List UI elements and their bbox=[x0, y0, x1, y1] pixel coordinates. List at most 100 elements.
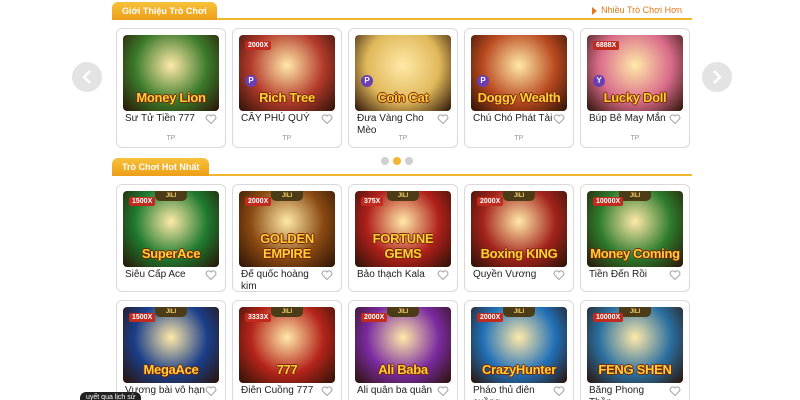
hot-section-header: Trò Chơi Hot Nhất bbox=[112, 158, 692, 176]
hot-game-card[interactable]: JILI 2000X Boxing KING Quyền Vương bbox=[464, 184, 574, 292]
hot-game-thumbnail[interactable]: JILI 3333X 777 bbox=[239, 307, 335, 383]
featured-game-thumbnail[interactable]: P Doggy Wealth bbox=[471, 35, 567, 111]
game-logo: Lucky Doll bbox=[603, 90, 667, 105]
game-logo: SuperAce bbox=[141, 246, 201, 261]
multiplier-badge: 1500X bbox=[129, 313, 156, 322]
featured-game-thumbnail[interactable]: P Coin Cat bbox=[355, 35, 451, 111]
hot-game-title: Siêu Cấp Ace bbox=[125, 269, 186, 280]
provider-badge: JILI bbox=[503, 191, 535, 201]
heart-outline-icon[interactable] bbox=[437, 269, 449, 281]
provider-tag: TP bbox=[514, 135, 524, 142]
heart-outline-icon[interactable] bbox=[553, 113, 565, 125]
provider-tag: TP bbox=[630, 135, 640, 142]
premium-icon: P bbox=[361, 75, 373, 87]
hot-game-card[interactable]: JILI 3333X 777 Điên Cuồng 777 bbox=[232, 300, 342, 400]
heart-outline-icon[interactable] bbox=[669, 269, 681, 281]
multiplier-badge: 6888X bbox=[593, 41, 620, 50]
heart-outline-icon[interactable] bbox=[205, 269, 217, 281]
game-logo: GOLDEN EMPIRE bbox=[260, 231, 314, 261]
carousel-next-button[interactable] bbox=[702, 62, 732, 92]
provider-tag: TP bbox=[398, 135, 408, 142]
game-logo: Rich Tree bbox=[259, 90, 315, 105]
heart-outline-icon[interactable] bbox=[205, 385, 217, 397]
history-chip[interactable]: uyết qua lịch sử bbox=[80, 392, 142, 400]
play-arrow-icon bbox=[592, 6, 598, 15]
hot-game-thumbnail[interactable]: JILI 10000X FENG SHEN bbox=[587, 307, 683, 383]
game-logo: Money Lion bbox=[136, 90, 206, 105]
hot-game-title: Pháo thủ điên cuồng bbox=[473, 385, 535, 400]
game-logo: Boxing KING bbox=[480, 246, 558, 261]
featured-game-title: Đưa Vàng Cho Mèo bbox=[357, 113, 424, 136]
provider-tag: TP bbox=[282, 135, 292, 142]
hot-game-thumbnail[interactable]: JILI 2000X Boxing KING bbox=[471, 191, 567, 267]
game-lobby-page: Giới Thiệu Trò Chơi Nhiều Trò Chơi Hơn M… bbox=[0, 0, 800, 400]
more-games-link[interactable]: Nhiều Trò Chơi Hơn bbox=[592, 5, 682, 15]
hot-game-card[interactable]: JILI 10000X Money Coming Tiền Đến Rồi bbox=[580, 184, 690, 292]
hot-game-thumbnail[interactable]: JILI 2000X GOLDEN EMPIRE bbox=[239, 191, 335, 267]
premium-icon: Y bbox=[593, 75, 605, 87]
heart-outline-icon[interactable] bbox=[437, 385, 449, 397]
heart-outline-icon[interactable] bbox=[321, 113, 333, 125]
game-logo: 777 bbox=[276, 362, 298, 377]
heart-outline-icon[interactable] bbox=[669, 113, 681, 125]
heart-outline-icon[interactable] bbox=[321, 385, 333, 397]
chevron-left-icon bbox=[82, 70, 91, 84]
multiplier-badge: 1500X bbox=[129, 197, 156, 206]
hot-game-title: Băng Phong Thần bbox=[589, 385, 645, 400]
hot-game-card[interactable]: JILI 1500X MegaAce Vương bài vô hạn bbox=[116, 300, 226, 400]
hot-game-title: Bảo thạch Kala bbox=[357, 269, 425, 280]
hot-game-thumbnail[interactable]: JILI 2000X Ali Baba bbox=[355, 307, 451, 383]
heart-outline-icon[interactable] bbox=[321, 269, 333, 281]
game-logo: CrazyHunter bbox=[482, 362, 556, 377]
hot-game-card[interactable]: JILI 2000X GOLDEN EMPIRE Đế quốc hoàng kim bbox=[232, 184, 342, 292]
provider-badge: JILI bbox=[271, 307, 303, 317]
provider-tag: TP bbox=[166, 135, 176, 142]
featured-game-thumbnail[interactable]: 6888X Y Lucky Doll bbox=[587, 35, 683, 111]
game-logo: Money Coming bbox=[590, 246, 680, 261]
heart-outline-icon[interactable] bbox=[205, 113, 217, 125]
provider-badge: JILI bbox=[503, 307, 535, 317]
featured-game-title: CÂY PHÚ QUÝ bbox=[241, 113, 310, 124]
premium-icon: P bbox=[245, 75, 257, 87]
featured-game-title: Sư Tử Tiền 777 bbox=[125, 113, 195, 124]
multiplier-badge: 10000X bbox=[593, 313, 624, 322]
heart-outline-icon[interactable] bbox=[669, 385, 681, 397]
featured-game-thumbnail[interactable]: 2000X P Rich Tree bbox=[239, 35, 335, 111]
heart-outline-icon[interactable] bbox=[553, 269, 565, 281]
carousel-prev-button[interactable] bbox=[72, 62, 102, 92]
provider-badge: JILI bbox=[271, 191, 303, 201]
featured-game-card[interactable]: P Doggy Wealth Chú Chó Phát Tài TP bbox=[464, 28, 574, 148]
hot-game-title: Quyền Vương bbox=[473, 269, 537, 280]
heart-outline-icon[interactable] bbox=[437, 113, 449, 125]
hot-game-title: Đế quốc hoàng kim bbox=[241, 269, 309, 292]
game-logo: Coin Cat bbox=[377, 90, 429, 105]
chevron-right-icon bbox=[713, 70, 722, 84]
multiplier-badge: 375X bbox=[361, 197, 384, 206]
featured-game-card[interactable]: 2000X P Rich Tree CÂY PHÚ QUÝ TP bbox=[232, 28, 342, 148]
intro-section-title: Giới Thiệu Trò Chơi bbox=[112, 2, 217, 20]
hot-game-card[interactable]: JILI 2000X Ali Baba Ali quân ba quân bbox=[348, 300, 458, 400]
multiplier-badge: 2000X bbox=[361, 313, 388, 322]
hot-game-card[interactable]: JILI 1500X SuperAce Siêu Cấp Ace bbox=[116, 184, 226, 292]
premium-icon: P bbox=[477, 75, 489, 87]
multiplier-badge: 10000X bbox=[593, 197, 624, 206]
featured-game-card[interactable]: Money Lion Sư Tử Tiền 777 TP bbox=[116, 28, 226, 148]
hot-game-thumbnail[interactable]: JILI 1500X SuperAce bbox=[123, 191, 219, 267]
intro-section-header: Giới Thiệu Trò Chơi Nhiều Trò Chơi Hơn bbox=[112, 2, 692, 20]
hot-game-thumbnail[interactable]: JILI 10000X Money Coming bbox=[587, 191, 683, 267]
heart-outline-icon[interactable] bbox=[553, 385, 565, 397]
featured-game-card[interactable]: 6888X Y Lucky Doll Búp Bê May Mắn TP bbox=[580, 28, 690, 148]
featured-game-thumbnail[interactable]: Money Lion bbox=[123, 35, 219, 111]
hot-game-thumbnail[interactable]: JILI 1500X MegaAce bbox=[123, 307, 219, 383]
featured-game-card[interactable]: P Coin Cat Đưa Vàng Cho Mèo TP bbox=[348, 28, 458, 148]
multiplier-badge: 2000X bbox=[245, 197, 272, 206]
hot-game-card[interactable]: JILI2000X CrazyHunter Pháo thủ điên cuồng bbox=[464, 300, 574, 400]
provider-badge: JILI bbox=[619, 307, 651, 317]
game-logo: MegaAce bbox=[143, 362, 199, 377]
hot-game-thumbnail[interactable]: JILI 375X FORTUNE GEMS bbox=[355, 191, 451, 267]
featured-game-title: Búp Bê May Mắn bbox=[589, 113, 666, 124]
hot-game-thumbnail[interactable]: JILI 2000X CrazyHunter bbox=[471, 307, 567, 383]
hot-game-card[interactable]: JILI 375X FORTUNE GEMS Bảo thạch Kala bbox=[348, 184, 458, 292]
provider-badge: JILI bbox=[387, 191, 419, 201]
hot-game-card[interactable]: JILI10000X FENG SHEN Băng Phong Thần bbox=[580, 300, 690, 400]
